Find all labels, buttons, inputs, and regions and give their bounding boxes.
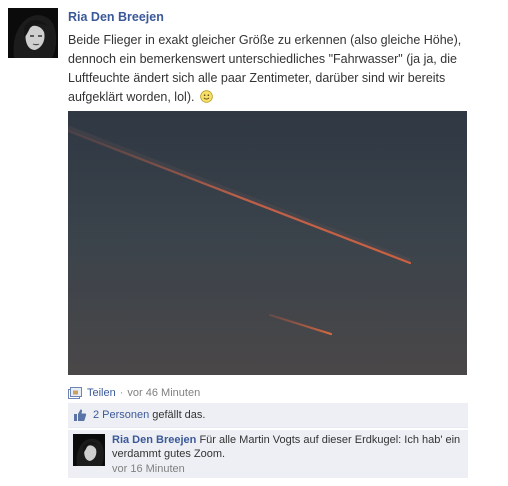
comment-body: Ria Den Breejen Für alle Martin Vogts au… — [112, 433, 462, 476]
comment-item: Ria Den Breejen Für alle Martin Vogts au… — [68, 430, 468, 478]
likes-row: 2 Personen gefällt das. — [68, 403, 468, 428]
share-icon — [68, 387, 82, 399]
post-text: Beide Flieger in exakt gleicher Größe zu… — [68, 31, 500, 107]
share-link[interactable]: Teilen — [87, 387, 116, 399]
comment-author-avatar[interactable] — [73, 434, 105, 466]
post-meta: Teilen · vor 46 Minuten — [68, 385, 200, 401]
comment-author-name[interactable]: Ria Den Breejen — [112, 434, 196, 446]
post-photo[interactable] — [68, 111, 467, 375]
author-avatar[interactable] — [8, 8, 58, 58]
post-timestamp[interactable]: vor 46 Minuten — [127, 387, 200, 399]
likes-suffix: gefällt das. — [152, 409, 206, 421]
feedback-box: 2 Personen gefällt das. Ria Den Breejen … — [68, 403, 468, 478]
smiley-icon — [200, 90, 213, 103]
post-body: Beide Flieger in exakt gleicher Größe zu… — [68, 33, 462, 104]
separator: · — [119, 387, 124, 399]
comment-timestamp[interactable]: vor 16 Minuten — [112, 462, 462, 476]
likes-count-link[interactable]: 2 Personen — [93, 409, 149, 421]
post-author-name[interactable]: Ria Den Breejen — [68, 10, 164, 24]
thumbs-up-icon[interactable] — [73, 408, 87, 422]
